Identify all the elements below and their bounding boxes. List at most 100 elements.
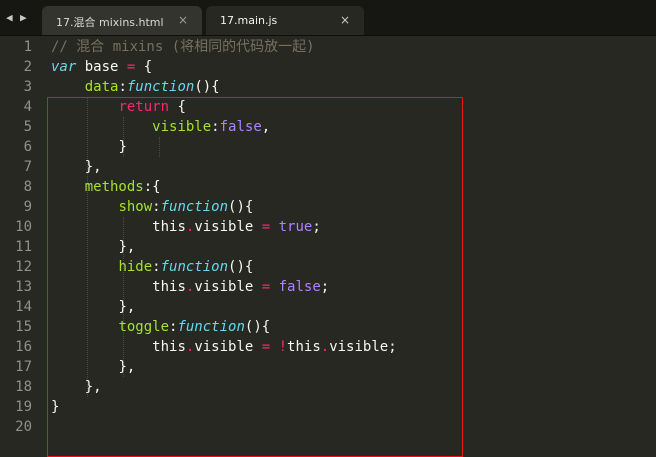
line-number: 3 [23,79,32,95]
constant-token: true [270,219,313,235]
punctuation-token: ; [320,279,330,295]
line-number: 11 [15,239,32,255]
code-line: } [51,397,397,417]
code-line: }, [51,157,397,177]
keyword-token: function [126,79,195,95]
line-number: 14 [15,299,32,315]
punctuation-token: { [135,59,153,75]
tab-bar: ◀ ▶ 17.混合 mixins.html × 17.main.js × [0,0,656,36]
punctuation-token: ; [312,219,321,235]
property-token: show [118,199,153,215]
line-number: 6 [23,139,32,155]
code-line: this.visible = !this.visible; [51,337,397,357]
code-line: this.visible = true; [51,217,397,237]
punctuation-token: : [152,259,161,275]
punctuation-token: (){ [228,259,254,275]
line-number: 12 [15,259,32,275]
line-number: 13 [15,279,32,295]
line-number: 9 [23,199,32,215]
code-line: }, [51,357,397,377]
identifier-token: visible [194,339,262,355]
code-line: methods:{ [51,177,397,197]
line-number: 5 [23,119,32,135]
line-number: 4 [23,99,32,115]
this-token: this [287,339,321,355]
punctuation-token: : [118,79,127,95]
keyword-token: return [118,99,170,115]
punctuation-token: }, [84,159,102,175]
code-line: toggle:function(){ [51,317,397,337]
line-number: 7 [23,159,32,175]
line-number: 8 [23,179,32,195]
operator-token: = [261,279,271,295]
punctuation-token: : [152,199,161,215]
code-line: }, [51,377,397,397]
code-line: hide:function(){ [51,257,397,277]
punctuation-token: }, [118,299,136,315]
constant-token: false [219,119,262,135]
tab-mixins-html[interactable]: 17.混合 mixins.html × [42,6,202,35]
close-icon[interactable]: × [178,13,188,27]
code-line: } [51,137,397,157]
code-line: this.visible = false; [51,277,397,297]
tab-scroll-right-icon[interactable]: ▶ [20,11,27,24]
tab-scroll-left-icon[interactable]: ◀ [6,11,13,24]
code-line: visible:false, [51,117,397,137]
line-number: 16 [15,339,32,355]
punctuation-token: } [118,139,127,155]
punctuation-token: :{ [143,179,161,195]
this-token: this [152,279,186,295]
identifier-token: visible [194,279,262,295]
line-number: 18 [15,379,32,395]
tab-main-js[interactable]: 17.main.js × [206,6,364,35]
property-token: hide [118,259,153,275]
punctuation-token: : [211,119,220,135]
property-token: data [84,79,119,95]
line-number: 17 [15,359,32,375]
punctuation-token: (){ [228,199,254,215]
constant-token: false [270,279,321,295]
punctuation-token: (){ [194,79,220,95]
property-token: toggle [118,319,170,335]
punctuation-token: }, [118,359,136,375]
punctuation-token: { [169,99,186,115]
operator-token: = [261,219,271,235]
line-number: 19 [15,399,32,415]
property-token: methods [84,179,144,195]
identifier-token: base [76,59,127,75]
code-editor[interactable]: 1 2 3 4 5 6 7 8 9 10 11 12 13 14 15 16 1… [0,37,656,457]
code-line: }, [51,237,397,257]
code-line: data:function(){ [51,77,397,97]
code-line: var base = { [51,57,397,77]
punctuation-token: } [51,399,60,415]
line-number: 20 [15,419,32,435]
punctuation-token: (){ [244,319,271,335]
this-token: this [152,339,186,355]
tab-label: 17.main.js [220,14,278,27]
code-line: // 混合 mixins (将相同的代码放一起) [51,37,397,57]
close-icon[interactable]: × [340,13,350,27]
line-number: 10 [15,219,32,235]
punctuation-token: }, [84,379,102,395]
comment-token: // 混合 mixins (将相同的代码放一起) [51,39,315,55]
property-token: visible [152,119,212,135]
line-number: 2 [23,59,32,75]
keyword-token: function [160,199,229,215]
this-token: this [152,219,186,235]
identifier-token: visible; [329,339,397,355]
tab-label: 17.混合 mixins.html [56,16,164,29]
line-number: 1 [23,39,32,55]
operator-token: = ! [261,339,288,355]
keyword-token: var [51,59,77,75]
keyword-token: function [160,259,229,275]
code-line: }, [51,297,397,317]
keyword-token: function [177,319,245,335]
code-line: show:function(){ [51,197,397,217]
code-content: // 混合 mixins (将相同的代码放一起) var base = { da… [51,37,397,437]
punctuation-token: }, [118,239,136,255]
punctuation-token: , [261,119,271,135]
operator-token: . [320,339,330,355]
code-line: return { [51,97,397,117]
line-number: 15 [15,319,32,335]
